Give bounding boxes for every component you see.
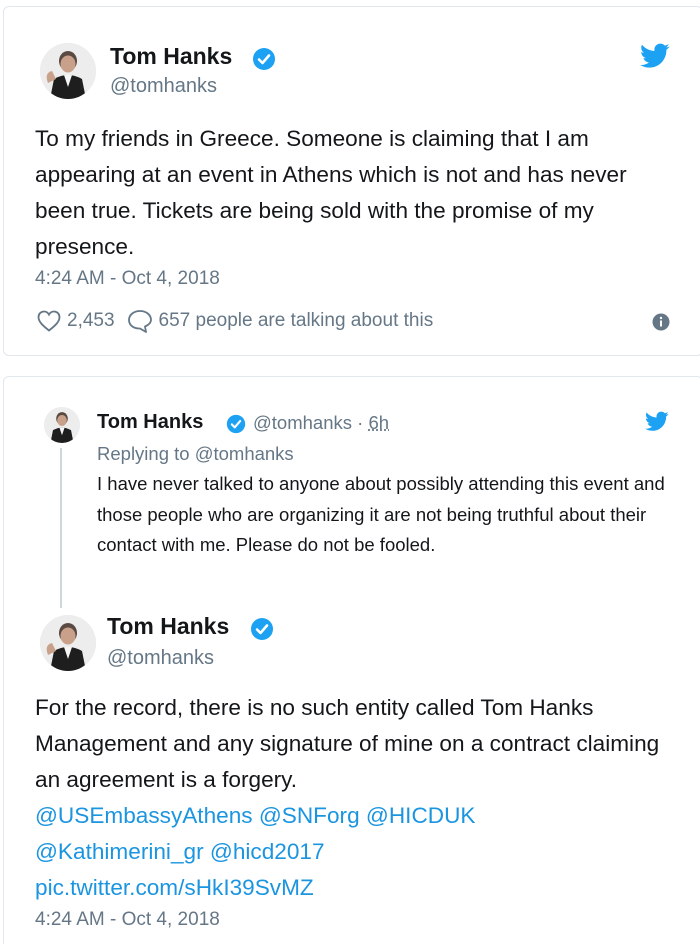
author-handle[interactable]: @tomhanks [110, 75, 217, 98]
tweet-actions: 2,453 657 people are talking about this [37, 309, 433, 333]
avatar-image [44, 407, 80, 443]
reply-bubble-icon[interactable] [127, 309, 153, 333]
thread-connector-line [60, 448, 62, 608]
media-link[interactable]: pic.twitter.com/sHkI39SvMZ [35, 875, 314, 900]
avatar[interactable] [40, 615, 96, 671]
author-name[interactable]: Tom Hanks [110, 43, 232, 70]
tweet-text: To my friends in Greece. Someone is clai… [35, 126, 627, 259]
tweet-body: For the record, there is no such entity … [35, 695, 660, 792]
verified-badge-icon [253, 48, 275, 70]
reply-author-name[interactable]: Tom Hanks [97, 411, 203, 434]
talking-count[interactable]: 657 people are talking about this [159, 310, 434, 332]
mention-link[interactable]: @hicd2017 [210, 839, 325, 864]
embedded-tweet-card-1[interactable]: Tom Hanks @tomhanks To my friends in Gre… [3, 6, 700, 356]
twitter-bird-icon[interactable] [645, 411, 669, 432]
mention-link[interactable]: @Kathimerini_gr [35, 839, 204, 864]
author-handle[interactable]: @tomhanks [107, 647, 214, 670]
reply-author-handle[interactable]: @tomhanks · 6h [253, 412, 389, 434]
twitter-bird-icon[interactable] [640, 43, 670, 69]
heart-icon[interactable] [37, 310, 61, 332]
tweet-timestamp[interactable]: 4:24 AM - Oct 4, 2018 [35, 909, 220, 931]
author-name[interactable]: Tom Hanks [107, 613, 229, 640]
tweet-text: For the record, there is no such entity … [35, 690, 685, 906]
mention-link[interactable]: @USEmbassyAthens [35, 803, 253, 828]
reply-age[interactable]: 6h [368, 412, 389, 433]
reply-tweet-text: I have never talked to anyone about poss… [97, 473, 665, 555]
embedded-tweet-card-2[interactable]: Tom Hanks @tomhanks · 6h Replying to @to… [3, 376, 700, 944]
mention-link[interactable]: @SNForg [259, 803, 360, 828]
avatar-image [40, 615, 96, 671]
tweet-timestamp[interactable]: 4:24 AM - Oct 4, 2018 [35, 268, 220, 290]
reply-avatar[interactable] [44, 407, 80, 443]
avatar-image [40, 43, 96, 99]
verified-badge-icon [226, 414, 246, 434]
replying-to[interactable]: Replying to @tomhanks [97, 443, 294, 465]
like-count[interactable]: 2,453 [67, 310, 115, 332]
verified-badge-icon [251, 618, 273, 640]
reply-handle-text[interactable]: @tomhanks [253, 412, 352, 433]
avatar[interactable] [40, 43, 96, 99]
mention-link[interactable]: @HICDUK [366, 803, 476, 828]
info-icon[interactable] [652, 313, 670, 331]
time-separator: · [357, 412, 364, 433]
